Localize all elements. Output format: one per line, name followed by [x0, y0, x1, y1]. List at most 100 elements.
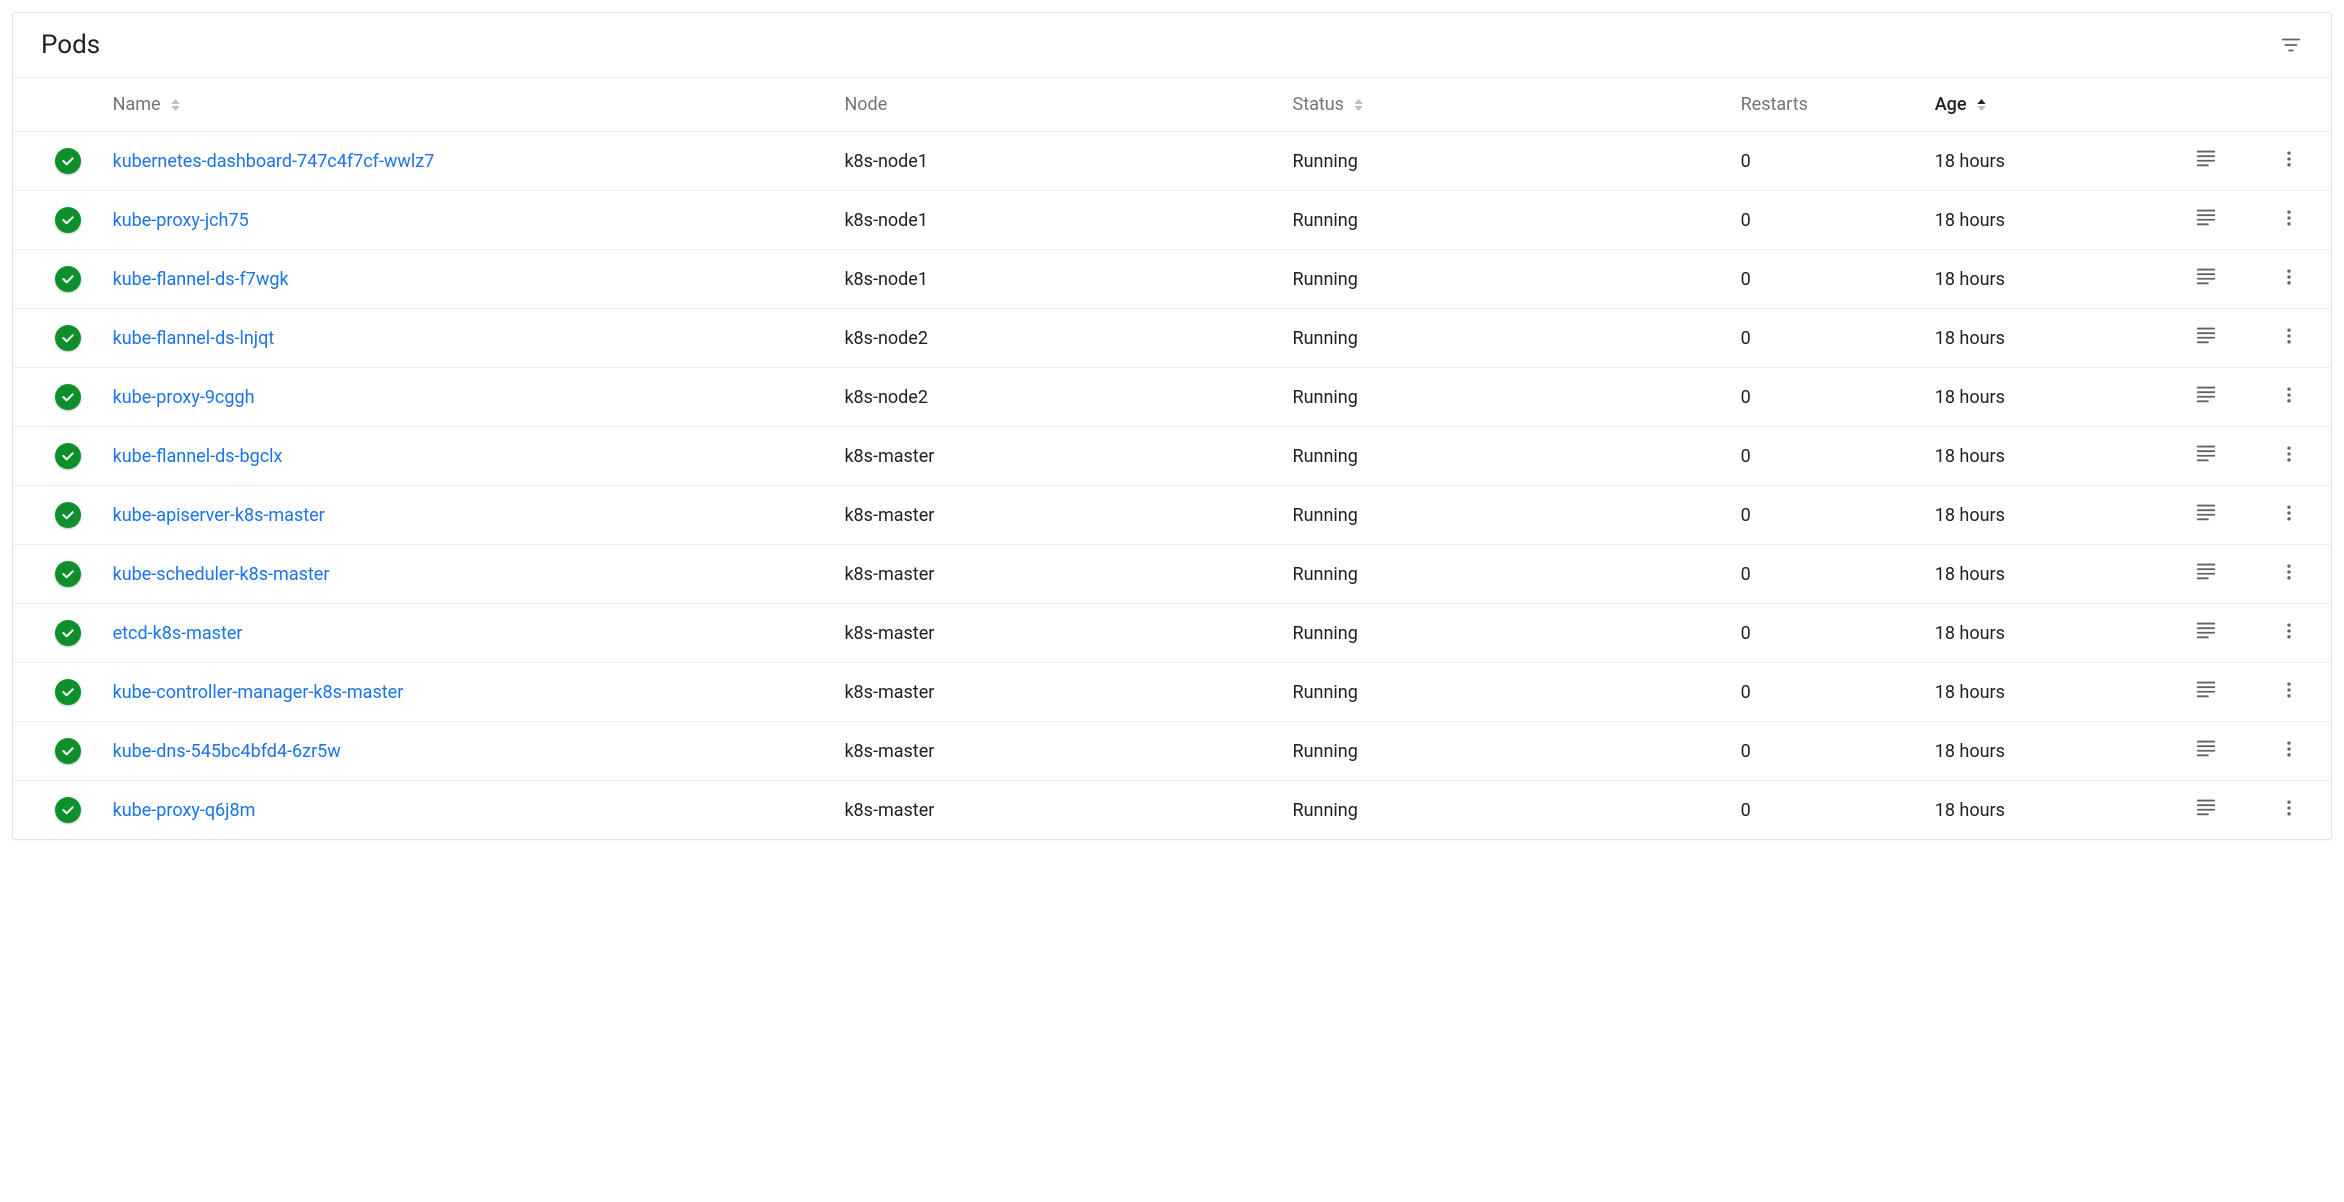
pod-link[interactable]: kube-scheduler-k8s-master	[113, 564, 330, 585]
col-node[interactable]: Node	[834, 78, 1282, 132]
pod-link[interactable]: kubernetes-dashboard-747c4f7cf-wwlz7	[113, 151, 435, 172]
actions-menu-button[interactable]	[2271, 731, 2307, 767]
cell-status: Running	[1283, 427, 1731, 486]
logs-button[interactable]	[2188, 553, 2224, 589]
pod-link[interactable]: kube-flannel-ds-lnjqt	[113, 328, 275, 349]
actions-menu-button[interactable]	[2271, 790, 2307, 826]
cell-health	[13, 722, 103, 781]
actions-menu-button[interactable]	[2271, 318, 2307, 354]
cell-logs	[2164, 663, 2248, 722]
col-name-label: Name	[113, 94, 161, 115]
cell-actions	[2247, 781, 2331, 840]
sort-icon	[171, 99, 180, 111]
col-age[interactable]: Age	[1925, 78, 2164, 132]
pods-table: Name Node Status Res	[13, 78, 2331, 839]
cell-actions	[2247, 191, 2331, 250]
table-row: kubernetes-dashboard-747c4f7cf-wwlz7 k8s…	[13, 132, 2331, 191]
cell-name: kube-dns-545bc4bfd4-6zr5w	[103, 722, 835, 781]
actions-menu-button[interactable]	[2271, 554, 2307, 590]
card-title: Pods	[41, 30, 100, 60]
cell-name: kubernetes-dashboard-747c4f7cf-wwlz7	[103, 132, 835, 191]
actions-menu-button[interactable]	[2271, 259, 2307, 295]
more-vert-icon	[2279, 385, 2299, 405]
logs-button[interactable]	[2188, 376, 2224, 412]
logs-button[interactable]	[2188, 612, 2224, 648]
pod-link[interactable]: kube-controller-manager-k8s-master	[113, 682, 404, 703]
pod-link[interactable]: kube-proxy-jch75	[113, 210, 249, 231]
more-vert-icon	[2279, 149, 2299, 169]
cell-health	[13, 250, 103, 309]
cell-logs	[2164, 309, 2248, 368]
cell-node: k8s-master	[834, 427, 1282, 486]
logs-button[interactable]	[2188, 317, 2224, 353]
pod-link[interactable]: kube-proxy-q6j8m	[113, 800, 256, 821]
actions-menu-button[interactable]	[2271, 613, 2307, 649]
table-row: kube-proxy-jch75 k8s-node1 Running 0 18 …	[13, 191, 2331, 250]
cell-name: kube-flannel-ds-bgclx	[103, 427, 835, 486]
pods-card: Pods Name Node	[12, 12, 2332, 840]
logs-button[interactable]	[2188, 494, 2224, 530]
logs-button[interactable]	[2188, 140, 2224, 176]
table-row: kube-scheduler-k8s-master k8s-master Run…	[13, 545, 2331, 604]
logs-icon	[2195, 147, 2217, 169]
logs-icon	[2195, 619, 2217, 641]
logs-button[interactable]	[2188, 435, 2224, 471]
actions-menu-button[interactable]	[2271, 436, 2307, 472]
cell-status: Running	[1283, 191, 1731, 250]
col-logs	[2164, 78, 2248, 132]
table-row: etcd-k8s-master k8s-master Running 0 18 …	[13, 604, 2331, 663]
cell-age: 18 hours	[1925, 663, 2164, 722]
cell-age: 18 hours	[1925, 781, 2164, 840]
actions-menu-button[interactable]	[2271, 672, 2307, 708]
cell-age: 18 hours	[1925, 191, 2164, 250]
col-health	[13, 78, 103, 132]
cell-name: kube-flannel-ds-lnjqt	[103, 309, 835, 368]
pod-link[interactable]: kube-proxy-9cggh	[113, 387, 255, 408]
pod-link[interactable]: kube-flannel-ds-bgclx	[113, 446, 283, 467]
logs-button[interactable]	[2188, 789, 2224, 825]
actions-menu-button[interactable]	[2271, 377, 2307, 413]
actions-menu-button[interactable]	[2271, 141, 2307, 177]
logs-button[interactable]	[2188, 258, 2224, 294]
cell-restarts: 0	[1731, 368, 1925, 427]
cell-name: kube-proxy-9cggh	[103, 368, 835, 427]
cell-logs	[2164, 427, 2248, 486]
more-vert-icon	[2279, 562, 2299, 582]
pod-link[interactable]: kube-dns-545bc4bfd4-6zr5w	[113, 741, 341, 762]
col-restarts[interactable]: Restarts	[1731, 78, 1925, 132]
cell-age: 18 hours	[1925, 250, 2164, 309]
col-status[interactable]: Status	[1283, 78, 1731, 132]
pod-link[interactable]: kube-apiserver-k8s-master	[113, 505, 325, 526]
cell-actions	[2247, 250, 2331, 309]
status-ok-icon	[55, 148, 81, 174]
more-vert-icon	[2279, 444, 2299, 464]
table-row: kube-flannel-ds-lnjqt k8s-node2 Running …	[13, 309, 2331, 368]
cell-node: k8s-master	[834, 604, 1282, 663]
status-ok-icon	[55, 325, 81, 351]
cell-restarts: 0	[1731, 191, 1925, 250]
cell-node: k8s-node1	[834, 191, 1282, 250]
cell-restarts: 0	[1731, 250, 1925, 309]
logs-icon	[2195, 442, 2217, 464]
col-name[interactable]: Name	[103, 78, 835, 132]
cell-name: kube-controller-manager-k8s-master	[103, 663, 835, 722]
cell-health	[13, 486, 103, 545]
logs-button[interactable]	[2188, 671, 2224, 707]
more-vert-icon	[2279, 326, 2299, 346]
cell-health	[13, 663, 103, 722]
filter-button[interactable]	[2273, 27, 2309, 63]
logs-button[interactable]	[2188, 730, 2224, 766]
col-age-label: Age	[1935, 94, 1967, 115]
actions-menu-button[interactable]	[2271, 495, 2307, 531]
status-ok-icon	[55, 561, 81, 587]
pod-link[interactable]: kube-flannel-ds-f7wgk	[113, 269, 289, 290]
logs-button[interactable]	[2188, 199, 2224, 235]
pod-link[interactable]: etcd-k8s-master	[113, 623, 243, 644]
actions-menu-button[interactable]	[2271, 200, 2307, 236]
cell-name: kube-proxy-jch75	[103, 191, 835, 250]
cell-health	[13, 309, 103, 368]
sort-active-icon	[1977, 99, 1986, 111]
cell-actions	[2247, 604, 2331, 663]
cell-health	[13, 191, 103, 250]
cell-logs	[2164, 781, 2248, 840]
